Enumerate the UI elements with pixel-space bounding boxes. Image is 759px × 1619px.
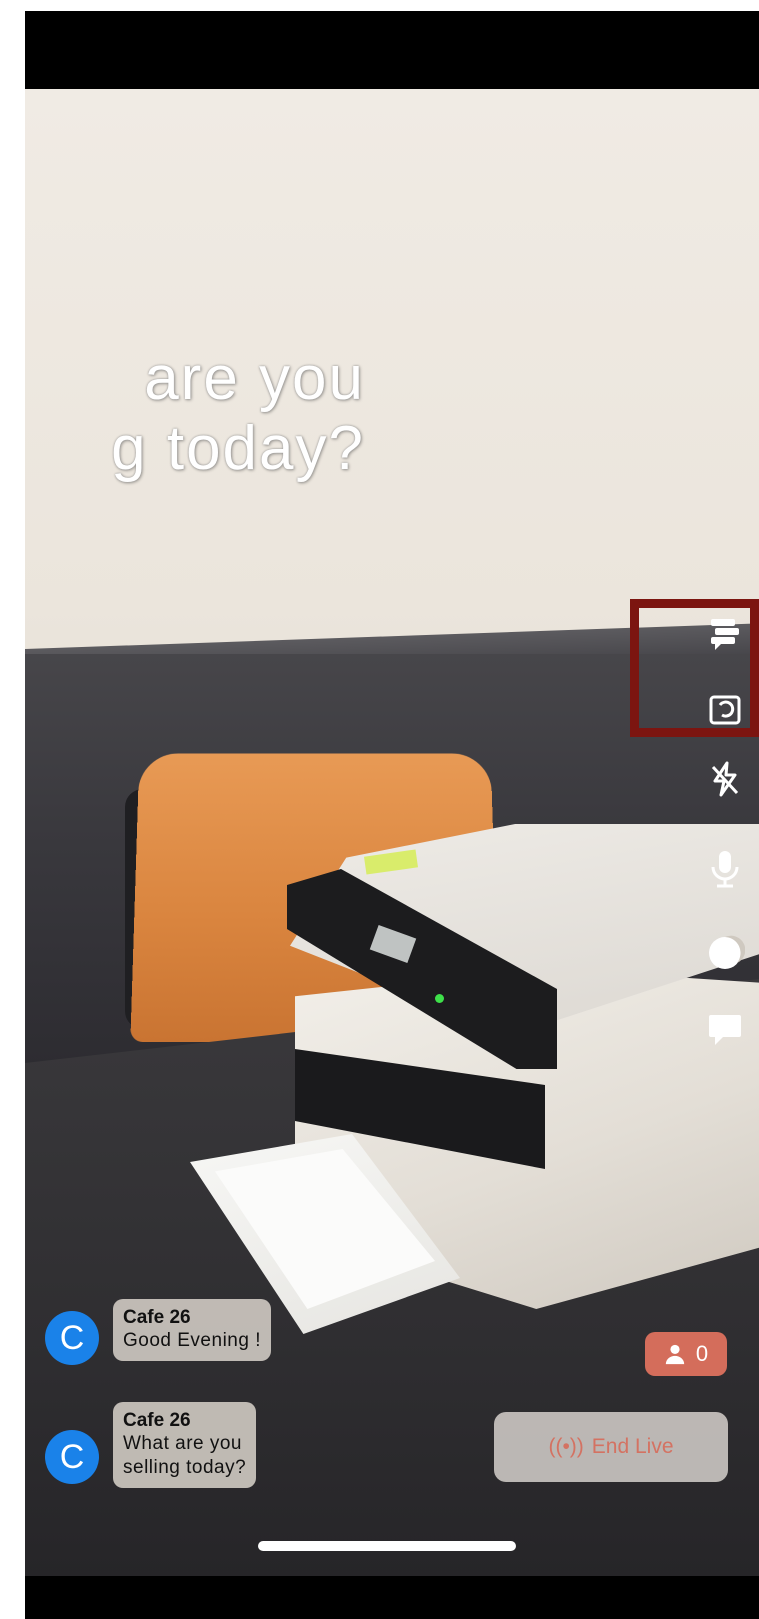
chat-message: C Cafe 26 Good Evening ! — [45, 1299, 271, 1365]
avatar: C — [45, 1311, 99, 1365]
chat-message: C Cafe 26 What are you selling today? — [45, 1402, 257, 1488]
chat-message-icon[interactable] — [703, 1007, 747, 1051]
viewer-count: 0 — [695, 1341, 709, 1366]
live-stream-screen: are you g today? 0 ((•)) End Live C Cafe… — [25, 11, 759, 1619]
broadcast-icon: ((•)) — [548, 1435, 584, 1458]
viewer-count-badge: 0 — [645, 1332, 727, 1376]
overlay-line-2: g today? — [111, 414, 365, 483]
chat-text-line-1: What are you — [123, 1433, 242, 1454]
overlay-line-1: are you — [144, 344, 365, 413]
microphone-icon[interactable] — [703, 847, 747, 891]
comment-overlay-text: are you g today? — [25, 344, 365, 484]
end-live-button[interactable]: ((•)) End Live — [494, 1412, 728, 1482]
comments-toggle-icon — [711, 619, 739, 650]
end-live-label: End Live — [591, 1435, 674, 1458]
comments-toggle-icon[interactable] — [703, 611, 747, 655]
chat-text-line-2: selling today? — [123, 1457, 247, 1478]
camera-preview: are you g today? 0 ((•)) End Live C Cafe… — [25, 89, 759, 1576]
chat-username: Cafe 26 — [123, 1410, 191, 1431]
chat-text: Good Evening ! — [123, 1330, 261, 1351]
flash-off-icon[interactable] — [703, 757, 747, 801]
home-indicator[interactable] — [258, 1541, 516, 1551]
printer-power-light — [435, 994, 444, 1003]
chat-bubble: Cafe 26 What are you selling today? — [113, 1402, 257, 1488]
flip-camera-icon[interactable] — [703, 687, 747, 731]
avatar: C — [45, 1430, 99, 1484]
chat-username: Cafe 26 — [123, 1307, 191, 1328]
beauty-filter-icon[interactable] — [703, 931, 747, 975]
chat-bubble: Cafe 26 Good Evening ! — [113, 1299, 271, 1361]
user-icon — [665, 1344, 685, 1365]
